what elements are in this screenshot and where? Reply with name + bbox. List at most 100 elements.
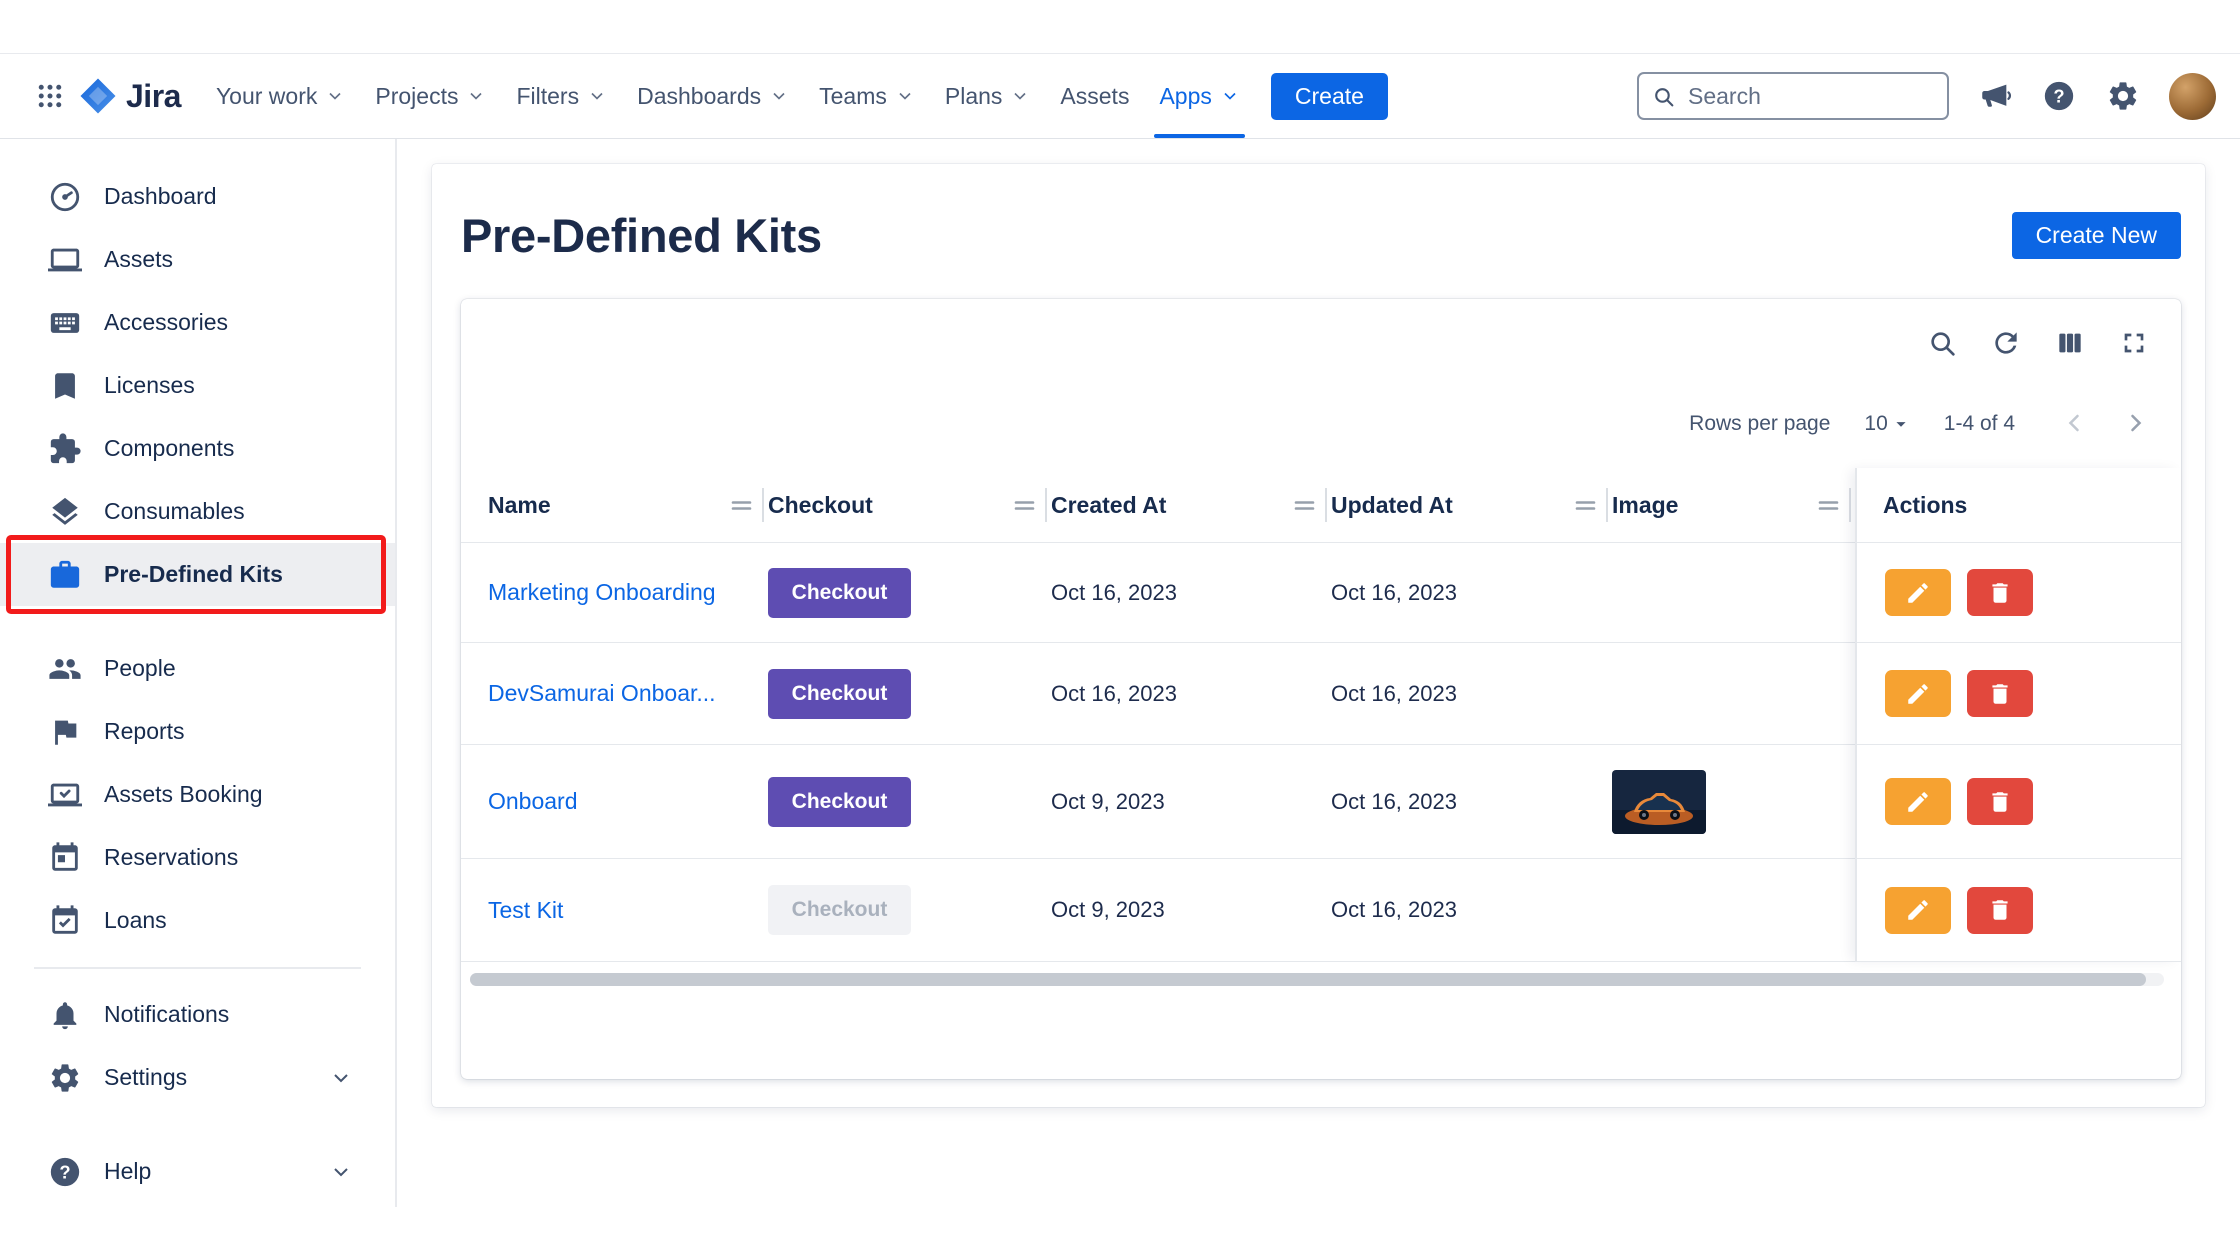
column-separator[interactable] — [731, 468, 764, 542]
gear-icon — [48, 1061, 82, 1095]
announcement-icon[interactable] — [1977, 78, 2013, 114]
sidebar-item-reservations[interactable]: Reservations — [0, 826, 395, 889]
fullscreen-icon[interactable] — [2117, 326, 2151, 360]
nav-teams[interactable]: Teams — [804, 54, 930, 138]
flag-icon — [48, 715, 82, 749]
checkout-button-disabled: Checkout — [768, 885, 911, 935]
kit-name-link[interactable]: Test Kit — [488, 897, 563, 923]
nav-filters[interactable]: Filters — [501, 54, 622, 138]
kits-table-card: Rows per page 10 1-4 of 4 Name — [461, 299, 2181, 1079]
chevron-down-icon — [329, 1066, 353, 1090]
nav-plans[interactable]: Plans — [930, 54, 1046, 138]
pencil-icon — [1905, 580, 1931, 606]
sidebar-item-accessories[interactable]: Accessories — [0, 291, 395, 354]
nav-assets[interactable]: Assets — [1045, 54, 1144, 138]
edit-button[interactable] — [1885, 778, 1951, 825]
column-header-checkout[interactable]: Checkout — [768, 468, 1051, 542]
rows-per-page-select[interactable]: 10 — [1858, 411, 1917, 437]
nav-your-work[interactable]: Your work — [201, 54, 360, 138]
column-separator[interactable] — [1294, 468, 1327, 542]
kit-name-link[interactable]: Onboard — [488, 788, 578, 814]
delete-button[interactable] — [1967, 887, 2033, 934]
create-new-button[interactable]: Create New — [2012, 212, 2181, 259]
app-switcher-icon[interactable] — [30, 76, 70, 116]
edit-button[interactable] — [1885, 569, 1951, 616]
refresh-icon[interactable] — [1989, 326, 2023, 360]
created-at-cell: Oct 16, 2023 — [1051, 681, 1331, 707]
updated-at-cell: Oct 16, 2023 — [1331, 897, 1612, 923]
create-button[interactable]: Create — [1271, 73, 1388, 120]
delete-button[interactable] — [1967, 778, 2033, 825]
search-input[interactable] — [1686, 82, 1935, 111]
chevron-down-icon — [1010, 86, 1030, 106]
trash-icon — [1987, 897, 2013, 923]
checkout-button[interactable]: Checkout — [768, 777, 911, 827]
trash-icon — [1987, 580, 2013, 606]
laptop-check-icon — [48, 778, 82, 812]
people-icon — [48, 652, 82, 686]
sidebar-item-assets[interactable]: Assets — [0, 228, 395, 291]
column-separator[interactable] — [1818, 468, 1851, 542]
kit-name-link[interactable]: Marketing Onboarding — [488, 579, 716, 605]
edit-button[interactable] — [1885, 670, 1951, 717]
horizontal-scrollbar[interactable] — [470, 973, 2146, 986]
svg-text:?: ? — [59, 1161, 70, 1182]
previous-page-button[interactable] — [2057, 407, 2091, 441]
delete-button[interactable] — [1967, 569, 2033, 616]
column-header-image[interactable]: Image — [1612, 468, 1855, 542]
jira-logo[interactable]: Jira — [78, 76, 181, 116]
dashboard-icon — [48, 180, 82, 214]
help-icon[interactable]: ? — [2041, 78, 2077, 114]
nav-dashboards[interactable]: Dashboards — [622, 54, 804, 138]
pencil-icon — [1905, 789, 1931, 815]
pencil-icon — [1905, 897, 1931, 923]
kit-name-link[interactable]: DevSamurai Onboar... — [488, 680, 716, 706]
user-avatar[interactable] — [2169, 73, 2216, 120]
sidebar-item-consumables[interactable]: Consumables — [0, 480, 395, 543]
column-separator[interactable] — [1575, 468, 1608, 542]
sidebar-spacer — [0, 606, 395, 637]
sidebar-item-pre-defined-kits[interactable]: Pre-Defined Kits — [0, 543, 395, 606]
svg-text:?: ? — [2053, 86, 2064, 107]
sidebar-item-assets-booking[interactable]: Assets Booking — [0, 763, 395, 826]
column-header-name[interactable]: Name — [488, 468, 768, 542]
nav-projects[interactable]: Projects — [360, 54, 501, 138]
delete-button[interactable] — [1967, 670, 2033, 717]
sidebar-item-components[interactable]: Components — [0, 417, 395, 480]
chevron-down-icon — [466, 86, 486, 106]
sidebar-item-notifications[interactable]: Notifications — [0, 983, 395, 1046]
gear-icon[interactable] — [2105, 78, 2141, 114]
caret-down-icon — [1890, 413, 1912, 435]
actions-column: Actions — [1855, 468, 2181, 962]
column-header-actions: Actions — [1857, 468, 2181, 543]
nav-apps[interactable]: Apps — [1144, 54, 1254, 138]
column-separator[interactable] — [1014, 468, 1047, 542]
column-header-updated-at[interactable]: Updated At — [1331, 468, 1612, 542]
next-page-button[interactable] — [2119, 407, 2153, 441]
updated-at-cell: Oct 16, 2023 — [1331, 789, 1612, 815]
chevron-down-icon — [587, 86, 607, 106]
sidebar-item-help[interactable]: ? Help — [0, 1140, 395, 1203]
sidebar-item-licenses[interactable]: Licenses — [0, 354, 395, 417]
keyboard-icon — [48, 306, 82, 340]
app-panel: Pre-Defined Kits Create New Rows per pag… — [432, 164, 2205, 1107]
sidebar-item-dashboard[interactable]: Dashboard — [0, 165, 395, 228]
jira-logo-text: Jira — [126, 78, 181, 115]
calendar-check-icon — [48, 904, 82, 938]
search-icon[interactable] — [1925, 326, 1959, 360]
checkout-button[interactable]: Checkout — [768, 669, 911, 719]
chevron-down-icon — [769, 86, 789, 106]
sidebar: Dashboard Assets Accessories Licenses Co… — [0, 139, 397, 1207]
sidebar-item-people[interactable]: People — [0, 637, 395, 700]
page-title: Pre-Defined Kits — [461, 208, 822, 263]
sidebar-item-loans[interactable]: Loans — [0, 889, 395, 952]
edit-button[interactable] — [1885, 887, 1951, 934]
column-header-created-at[interactable]: Created At — [1051, 468, 1331, 542]
sidebar-item-settings[interactable]: Settings — [0, 1046, 395, 1109]
sidebar-item-reports[interactable]: Reports — [0, 700, 395, 763]
app-window: Jira Your work Projects Filters Dashboar… — [0, 0, 2240, 1260]
pagination-range: 1-4 of 4 — [1944, 412, 2015, 436]
checkout-button[interactable]: Checkout — [768, 568, 911, 618]
columns-icon[interactable] — [2053, 326, 2087, 360]
laptop-icon — [48, 243, 82, 277]
